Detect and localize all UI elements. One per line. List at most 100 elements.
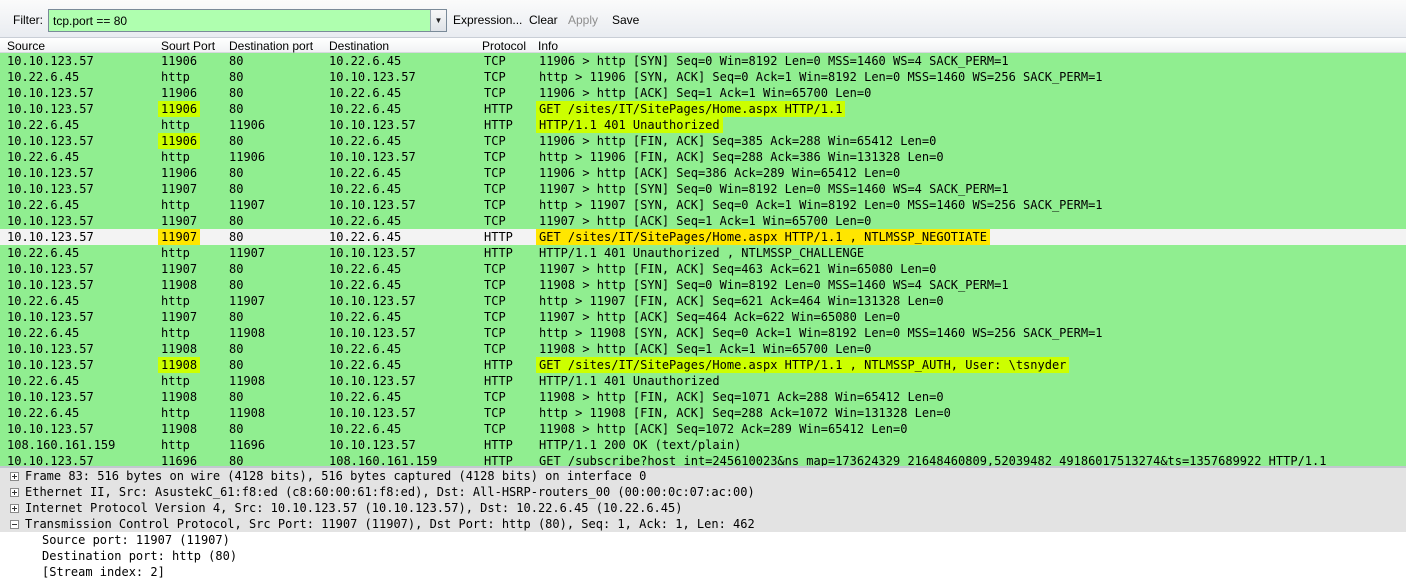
packet-source-port: http <box>161 150 190 164</box>
expression-button[interactable]: Expression... <box>453 13 522 27</box>
packet-row[interactable]: 10.10.123.57 11906 80 10.22.6.45 TCP 11906 > … <box>0 85 1406 101</box>
clear-button[interactable]: Clear <box>529 13 558 27</box>
filter-dropdown-button[interactable]: ▼ <box>430 10 446 31</box>
packet-row[interactable]: 10.10.123.57 11907 80 10.22.6.45 TCP 11907 > … <box>0 181 1406 197</box>
packet-source: 10.22.6.45 <box>7 294 80 308</box>
packet-source-port: http <box>161 70 190 84</box>
packet-protocol: TCP <box>484 166 506 180</box>
column-header-destination[interactable]: Destination <box>329 39 389 53</box>
packet-row[interactable]: 10.10.123.57 11908 80 10.22.6.45 TCP 11908 > … <box>0 277 1406 293</box>
packet-list[interactable]: Source Sourt Port Destination port Desti… <box>0 38 1406 466</box>
packet-source-port: 11908 <box>161 422 198 436</box>
packet-row[interactable]: 10.10.123.57 11906 80 10.22.6.45 TCP 11906 > … <box>0 133 1406 149</box>
packet-source-port: 11907 <box>161 262 198 276</box>
packet-source-port: http <box>161 326 190 340</box>
packet-info: http > 11907 [SYN, ACK] Seq=0 Ack=1 Win=… <box>539 198 1103 212</box>
packet-destination: 10.22.6.45 <box>329 278 402 292</box>
packet-row[interactable]: 10.22.6.45 http 11907 10.10.123.57 HTTP HTTP/… <box>0 245 1406 261</box>
packet-info: http > 11908 [SYN, ACK] Seq=0 Ack=1 Win=… <box>539 326 1103 340</box>
packet-source-port: 11906 <box>161 86 198 100</box>
packet-row[interactable]: 10.10.123.57 11908 80 10.22.6.45 HTTP GET /si… <box>0 357 1406 373</box>
packet-protocol: HTTP <box>484 118 513 132</box>
packet-source: 10.10.123.57 <box>7 390 94 404</box>
packet-source: 10.10.123.57 <box>7 342 94 356</box>
packet-protocol: TCP <box>484 214 506 228</box>
packet-destination: 10.22.6.45 <box>329 310 402 324</box>
packet-row[interactable]: 10.10.123.57 11908 80 10.22.6.45 TCP 11908 > … <box>0 421 1406 437</box>
packet-source-port: 11908 <box>158 357 201 373</box>
packet-info: http > 11907 [FIN, ACK] Seq=621 Ack=464 … <box>539 294 944 308</box>
packet-destination: 10.10.123.57 <box>329 374 416 388</box>
packet-row[interactable]: 10.10.123.57 11908 80 10.22.6.45 TCP 11908 > … <box>0 389 1406 405</box>
packet-destination-port: 80 <box>229 358 244 372</box>
packet-info: http > 11908 [FIN, ACK] Seq=288 Ack=1072… <box>539 406 951 420</box>
packet-source-port: 11906 <box>158 101 201 117</box>
tree-child-label: Source port: 11907 (11907) <box>42 533 230 547</box>
packet-destination-port: 80 <box>229 102 244 116</box>
packet-info: 11906 > http [FIN, ACK] Seq=385 Ack=288 … <box>539 134 937 148</box>
packet-protocol: TCP <box>484 390 506 404</box>
packet-source-port: http <box>161 246 190 260</box>
tree-child-source-port[interactable]: Source port: 11907 (11907) <box>0 532 1406 548</box>
tree-child-stream-index[interactable]: [Stream index: 2] <box>0 564 1406 580</box>
packet-info: HTTP/1.1 401 Unauthorized <box>539 374 720 388</box>
collapse-minus-icon[interactable] <box>10 520 19 529</box>
packet-details-pane[interactable]: Frame 83: 516 bytes on wire (4128 bits),… <box>0 468 1406 585</box>
packet-source-port: http <box>161 374 190 388</box>
expand-plus-icon[interactable] <box>10 504 19 513</box>
tree-child-label: Destination port: http (80) <box>42 549 238 563</box>
filter-input[interactable] <box>49 10 430 31</box>
packet-row-selected[interactable]: 10.10.123.57 11907 80 10.22.6.45 HTTP GET /si… <box>0 229 1406 245</box>
packet-row[interactable]: 10.22.6.45 http 11906 10.10.123.57 TCP http >… <box>0 149 1406 165</box>
packet-row[interactable]: 10.10.123.57 11906 80 10.22.6.45 TCP 11906 > … <box>0 165 1406 181</box>
packet-source: 10.22.6.45 <box>7 198 80 212</box>
packet-row[interactable]: 10.22.6.45 http 11906 10.10.123.57 HTTP HTTP/… <box>0 117 1406 133</box>
packet-row[interactable]: 10.10.123.57 11906 80 10.22.6.45 HTTP GET /si… <box>0 101 1406 117</box>
column-header-source-port[interactable]: Sourt Port <box>161 39 215 53</box>
packet-row[interactable]: 10.22.6.45 http 80 10.10.123.57 TCP http > 11… <box>0 69 1406 85</box>
column-header-info[interactable]: Info <box>538 39 558 53</box>
packet-row[interactable]: 10.10.123.57 11696 80 108.160.161.159 HTTP GE… <box>0 453 1406 466</box>
expand-plus-icon[interactable] <box>10 472 19 481</box>
packet-row[interactable]: 10.10.123.57 11907 80 10.22.6.45 TCP 11907 > … <box>0 213 1406 229</box>
apply-button[interactable]: Apply <box>568 13 598 27</box>
expand-plus-icon[interactable] <box>10 488 19 497</box>
packet-destination-port: 80 <box>229 182 244 196</box>
save-button[interactable]: Save <box>612 13 639 27</box>
filter-combo[interactable]: ▼ <box>48 9 447 32</box>
tree-child-destination-port[interactable]: Destination port: http (80) <box>0 548 1406 564</box>
packet-row[interactable]: 10.10.123.57 11907 80 10.22.6.45 TCP 11907 > … <box>0 261 1406 277</box>
packet-source-port: http <box>161 294 190 308</box>
packet-row[interactable]: 10.22.6.45 http 11908 10.10.123.57 HTTP HTTP/… <box>0 373 1406 389</box>
packet-row[interactable]: 10.10.123.57 11906 80 10.22.6.45 TCP 11906 > … <box>0 53 1406 69</box>
packet-source: 10.22.6.45 <box>7 406 80 420</box>
column-header-protocol[interactable]: Protocol <box>482 39 526 53</box>
packet-protocol: TCP <box>484 150 506 164</box>
packet-row[interactable]: 10.10.123.57 11908 80 10.22.6.45 TCP 11908 > … <box>0 341 1406 357</box>
packet-info: 11906 > http [SYN] Seq=0 Win=8192 Len=0 … <box>539 54 1009 68</box>
packet-protocol: HTTP <box>484 230 513 244</box>
tree-item-ip[interactable]: Internet Protocol Version 4, Src: 10.10.… <box>0 500 1406 516</box>
tree-child-label: [Stream index: 2] <box>42 565 165 579</box>
tree-item-ethernet[interactable]: Ethernet II, Src: AsustekC_61:f8:ed (c8:… <box>0 484 1406 500</box>
tree-item-tcp[interactable]: Transmission Control Protocol, Src Port:… <box>0 516 1406 532</box>
packet-source: 10.22.6.45 <box>7 150 80 164</box>
packet-row[interactable]: 10.22.6.45 http 11908 10.10.123.57 TCP http >… <box>0 405 1406 421</box>
packet-destination: 10.22.6.45 <box>329 358 402 372</box>
packet-row[interactable]: 10.22.6.45 http 11908 10.10.123.57 TCP http >… <box>0 325 1406 341</box>
column-header-source[interactable]: Source <box>7 39 45 53</box>
packet-destination-port: 80 <box>229 454 244 466</box>
packet-row[interactable]: 10.10.123.57 11907 80 10.22.6.45 TCP 11907 > … <box>0 309 1406 325</box>
packet-protocol: TCP <box>484 294 506 308</box>
packet-destination-port: 80 <box>229 262 244 276</box>
packet-list-header: Source Sourt Port Destination port Desti… <box>0 38 1406 53</box>
packet-row[interactable]: 10.22.6.45 http 11907 10.10.123.57 TCP http >… <box>0 293 1406 309</box>
packet-destination-port: 11908 <box>229 374 266 388</box>
column-header-destination-port[interactable]: Destination port <box>229 39 313 53</box>
packet-row[interactable]: 108.160.161.159 http 11696 10.10.123.57 HTTP… <box>0 437 1406 453</box>
packet-row[interactable]: 10.22.6.45 http 11907 10.10.123.57 TCP http >… <box>0 197 1406 213</box>
packet-info: HTTP/1.1 200 OK (text/plain) <box>539 438 742 452</box>
tree-item-frame[interactable]: Frame 83: 516 bytes on wire (4128 bits),… <box>0 468 1406 484</box>
packet-protocol: TCP <box>484 86 506 100</box>
packet-destination: 10.22.6.45 <box>329 390 402 404</box>
